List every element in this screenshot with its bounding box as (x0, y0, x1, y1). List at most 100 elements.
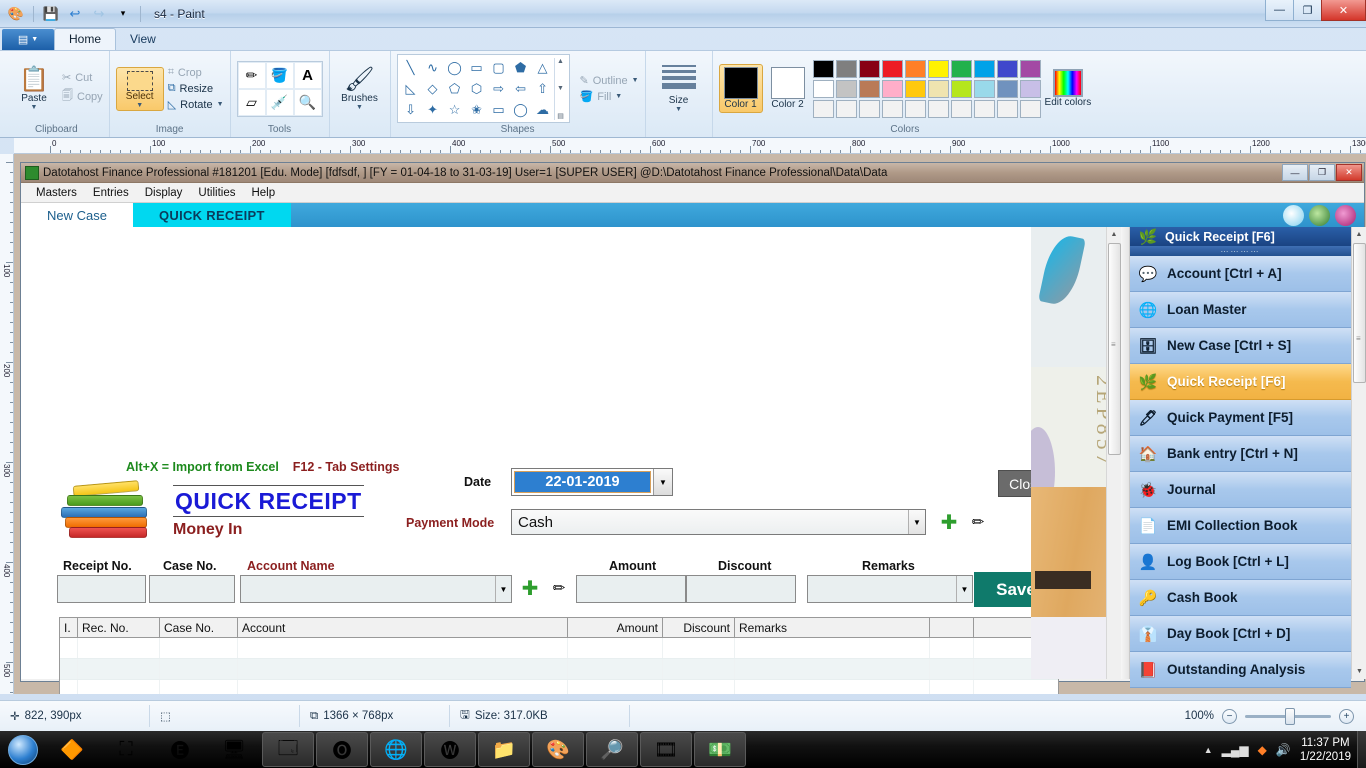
palette-swatch-3[interactable] (881, 59, 903, 78)
paint-canvas[interactable]: Datotahost Finance Professional #181201 … (14, 154, 1366, 694)
shape-item-19[interactable]: ◯ (510, 99, 532, 120)
shape-item-12[interactable]: ⇦ (510, 78, 532, 99)
table-row[interactable] (60, 659, 1058, 680)
shape-item-11[interactable]: ⇨ (488, 78, 510, 99)
grid-column-header[interactable]: Discount (663, 618, 735, 637)
palette-swatch-14[interactable] (904, 79, 926, 98)
tab-view[interactable]: View (116, 29, 170, 50)
shapes-gallery[interactable]: ╲ ∿ ◯ ▭ ▢ ⬟ △ ◺ ◇ ⬠ ⬡ ⇨ ⇦ ⇧ ⇩ ✦ ☆ ✬ ▭ ◯ ☁ ▲ ▼ ▤ (396, 54, 570, 123)
sidebar-item-log-book-ctrl-l[interactable]: 👤 Log Book [Ctrl + L] (1130, 544, 1351, 580)
outline-button[interactable]: ✎ Outline ▼ (580, 74, 639, 88)
account-name-input[interactable]: ▼ (240, 575, 512, 603)
shape-item-18[interactable]: ▭ (488, 99, 510, 120)
pencil-icon[interactable]: ✏ (237, 61, 266, 89)
sidebar-item-quick-payment-f5[interactable]: 🖊 Quick Payment [F5] (1130, 400, 1351, 436)
contact-icon[interactable] (1309, 204, 1330, 226)
paint-close-button[interactable]: ✕ (1321, 0, 1366, 21)
select-tool-button[interactable]: Select ▼ (115, 66, 164, 111)
undo-icon[interactable]: ↩ (65, 4, 85, 24)
shape-item-15[interactable]: ✦ (422, 99, 444, 120)
cut-button[interactable]: ✂ Cut (62, 71, 103, 85)
palette-swatch-5[interactable] (927, 59, 949, 78)
shape-item-10[interactable]: ⬡ (466, 78, 488, 99)
fill-icon[interactable]: 🪣 (265, 61, 294, 89)
size-button[interactable]: Size ▼ (652, 64, 706, 113)
palette-swatch-21[interactable] (835, 99, 857, 118)
taskbar-opera-icon[interactable]: 🅞 (316, 732, 368, 767)
palette-swatch-7[interactable] (973, 59, 995, 78)
taskbar-clock[interactable]: 11:37 PM 1/22/2019 (1300, 736, 1351, 764)
edit-colors-button[interactable]: Edit colors (1045, 69, 1091, 108)
color-2-button[interactable]: Color 2 (767, 65, 809, 112)
receipt-no-input[interactable] (57, 575, 146, 603)
grid-column-header[interactable]: Rec. No. (78, 618, 160, 637)
palette-swatch-15[interactable] (927, 79, 949, 98)
taskbar-fullscreen-icon[interactable]: ⛶ (100, 732, 152, 767)
grid-column-header[interactable]: I. (60, 618, 78, 637)
palette-swatch-12[interactable] (858, 79, 880, 98)
crop-button[interactable]: ⌗ Crop (168, 66, 224, 79)
sidebar-item-cash-book[interactable]: 🔑 Cash Book (1130, 580, 1351, 616)
palette-swatch-0[interactable] (812, 59, 834, 78)
grid-column-header[interactable]: Case No. (160, 618, 238, 637)
palette-swatch-2[interactable] (858, 59, 880, 78)
shape-item-2[interactable]: ◯ (444, 57, 466, 78)
shape-item-13[interactable]: ⇧ (532, 78, 554, 99)
sidebar-left-scroll-strip[interactable] (1121, 227, 1130, 679)
palette-swatch-20[interactable] (812, 99, 834, 118)
menu-item-help[interactable]: Help (244, 185, 282, 201)
case-no-input[interactable] (149, 575, 235, 603)
sidebar-scroll-down-icon[interactable]: ▼ (1352, 664, 1366, 679)
sidebar-item-account-ctrl-a[interactable]: 💬 Account [Ctrl + A] (1130, 256, 1351, 292)
palette-swatch-24[interactable] (904, 99, 926, 118)
shape-item-6[interactable]: △ (532, 57, 554, 78)
palette-swatch-9[interactable] (1019, 59, 1041, 78)
taskbar-word-icon[interactable]: 🅦 (424, 732, 476, 767)
tab-new-case[interactable]: New Case (21, 203, 133, 227)
finance-close-button[interactable]: ✕ (1336, 164, 1362, 181)
payment-mode-select[interactable]: Cash ▼ (511, 509, 926, 535)
redo-icon[interactable]: ↪ (89, 4, 109, 24)
palette-swatch-29[interactable] (1019, 99, 1041, 118)
menu-item-utilities[interactable]: Utilities (191, 185, 242, 201)
zoom-in-button[interactable]: + (1339, 708, 1354, 724)
sidebar-vertical-scrollbar[interactable]: ▲ ≡ ▼ (1351, 227, 1366, 679)
edit-account-icon[interactable]: ✏ (546, 575, 572, 601)
menu-item-display[interactable]: Display (138, 185, 190, 201)
palette-swatch-25[interactable] (927, 99, 949, 118)
palette-swatch-16[interactable] (950, 79, 972, 98)
shapes-scroll-down-icon[interactable]: ▼ (557, 85, 564, 92)
rotate-button[interactable]: ◺ Rotate ▼ (168, 98, 224, 112)
shape-item-9[interactable]: ⬠ (444, 78, 466, 99)
shapes-scrollbar[interactable]: ▲ ▼ ▤ (553, 57, 567, 120)
tab-home[interactable]: Home (54, 28, 117, 50)
sidebar-item-day-book-ctrl-d[interactable]: 👔 Day Book [Ctrl + D] (1130, 616, 1351, 652)
sidebar-item-journal[interactable]: 🐞 Journal (1130, 472, 1351, 508)
paste-button[interactable]: 📋 Paste ▼ (10, 66, 58, 111)
palette-swatch-10[interactable] (812, 79, 834, 98)
edit-payment-mode-icon[interactable]: ✏ (965, 509, 991, 535)
table-row[interactable] (60, 680, 1058, 694)
table-row[interactable] (60, 638, 1058, 659)
taskbar-teamviewer-icon[interactable]: 🖥 (208, 732, 260, 767)
date-input[interactable]: 22-01-2019 (514, 471, 651, 493)
taskbar-chrome-icon[interactable]: 🌐 (370, 732, 422, 767)
date-chevron-down-icon[interactable]: ▼ (653, 469, 672, 495)
taskbar-paint-icon[interactable]: 🎨 (532, 732, 584, 767)
zoom-slider-thumb[interactable] (1285, 707, 1295, 725)
account-name-chevron-down-icon[interactable]: ▼ (495, 576, 511, 602)
megaphone-icon[interactable] (1283, 204, 1304, 226)
color-picker-icon[interactable]: 💉 (265, 88, 294, 116)
palette-swatch-26[interactable] (950, 99, 972, 118)
finance-maximize-button[interactable]: ❐ (1309, 164, 1335, 181)
copy-button[interactable]: 🗐 Copy (62, 87, 103, 106)
finance-minimize-button[interactable]: — (1282, 164, 1308, 181)
grid-column-header[interactable]: Remarks (735, 618, 930, 637)
sidebar-item-emi-collection-book[interactable]: 📄 EMI Collection Book (1130, 508, 1351, 544)
taskbar-internet-explorer-icon[interactable]: 🅔 (154, 732, 206, 767)
fill-button[interactable]: 🪣 Fill ▼ (580, 90, 639, 104)
form-vertical-scrollbar[interactable]: ▲ ≡ (1106, 227, 1121, 679)
start-button[interactable] (0, 731, 46, 768)
receipts-grid[interactable]: I. Rec. No. Case No. Account Amount Discount R… (59, 617, 1059, 694)
shape-item-8[interactable]: ◇ (422, 78, 444, 99)
